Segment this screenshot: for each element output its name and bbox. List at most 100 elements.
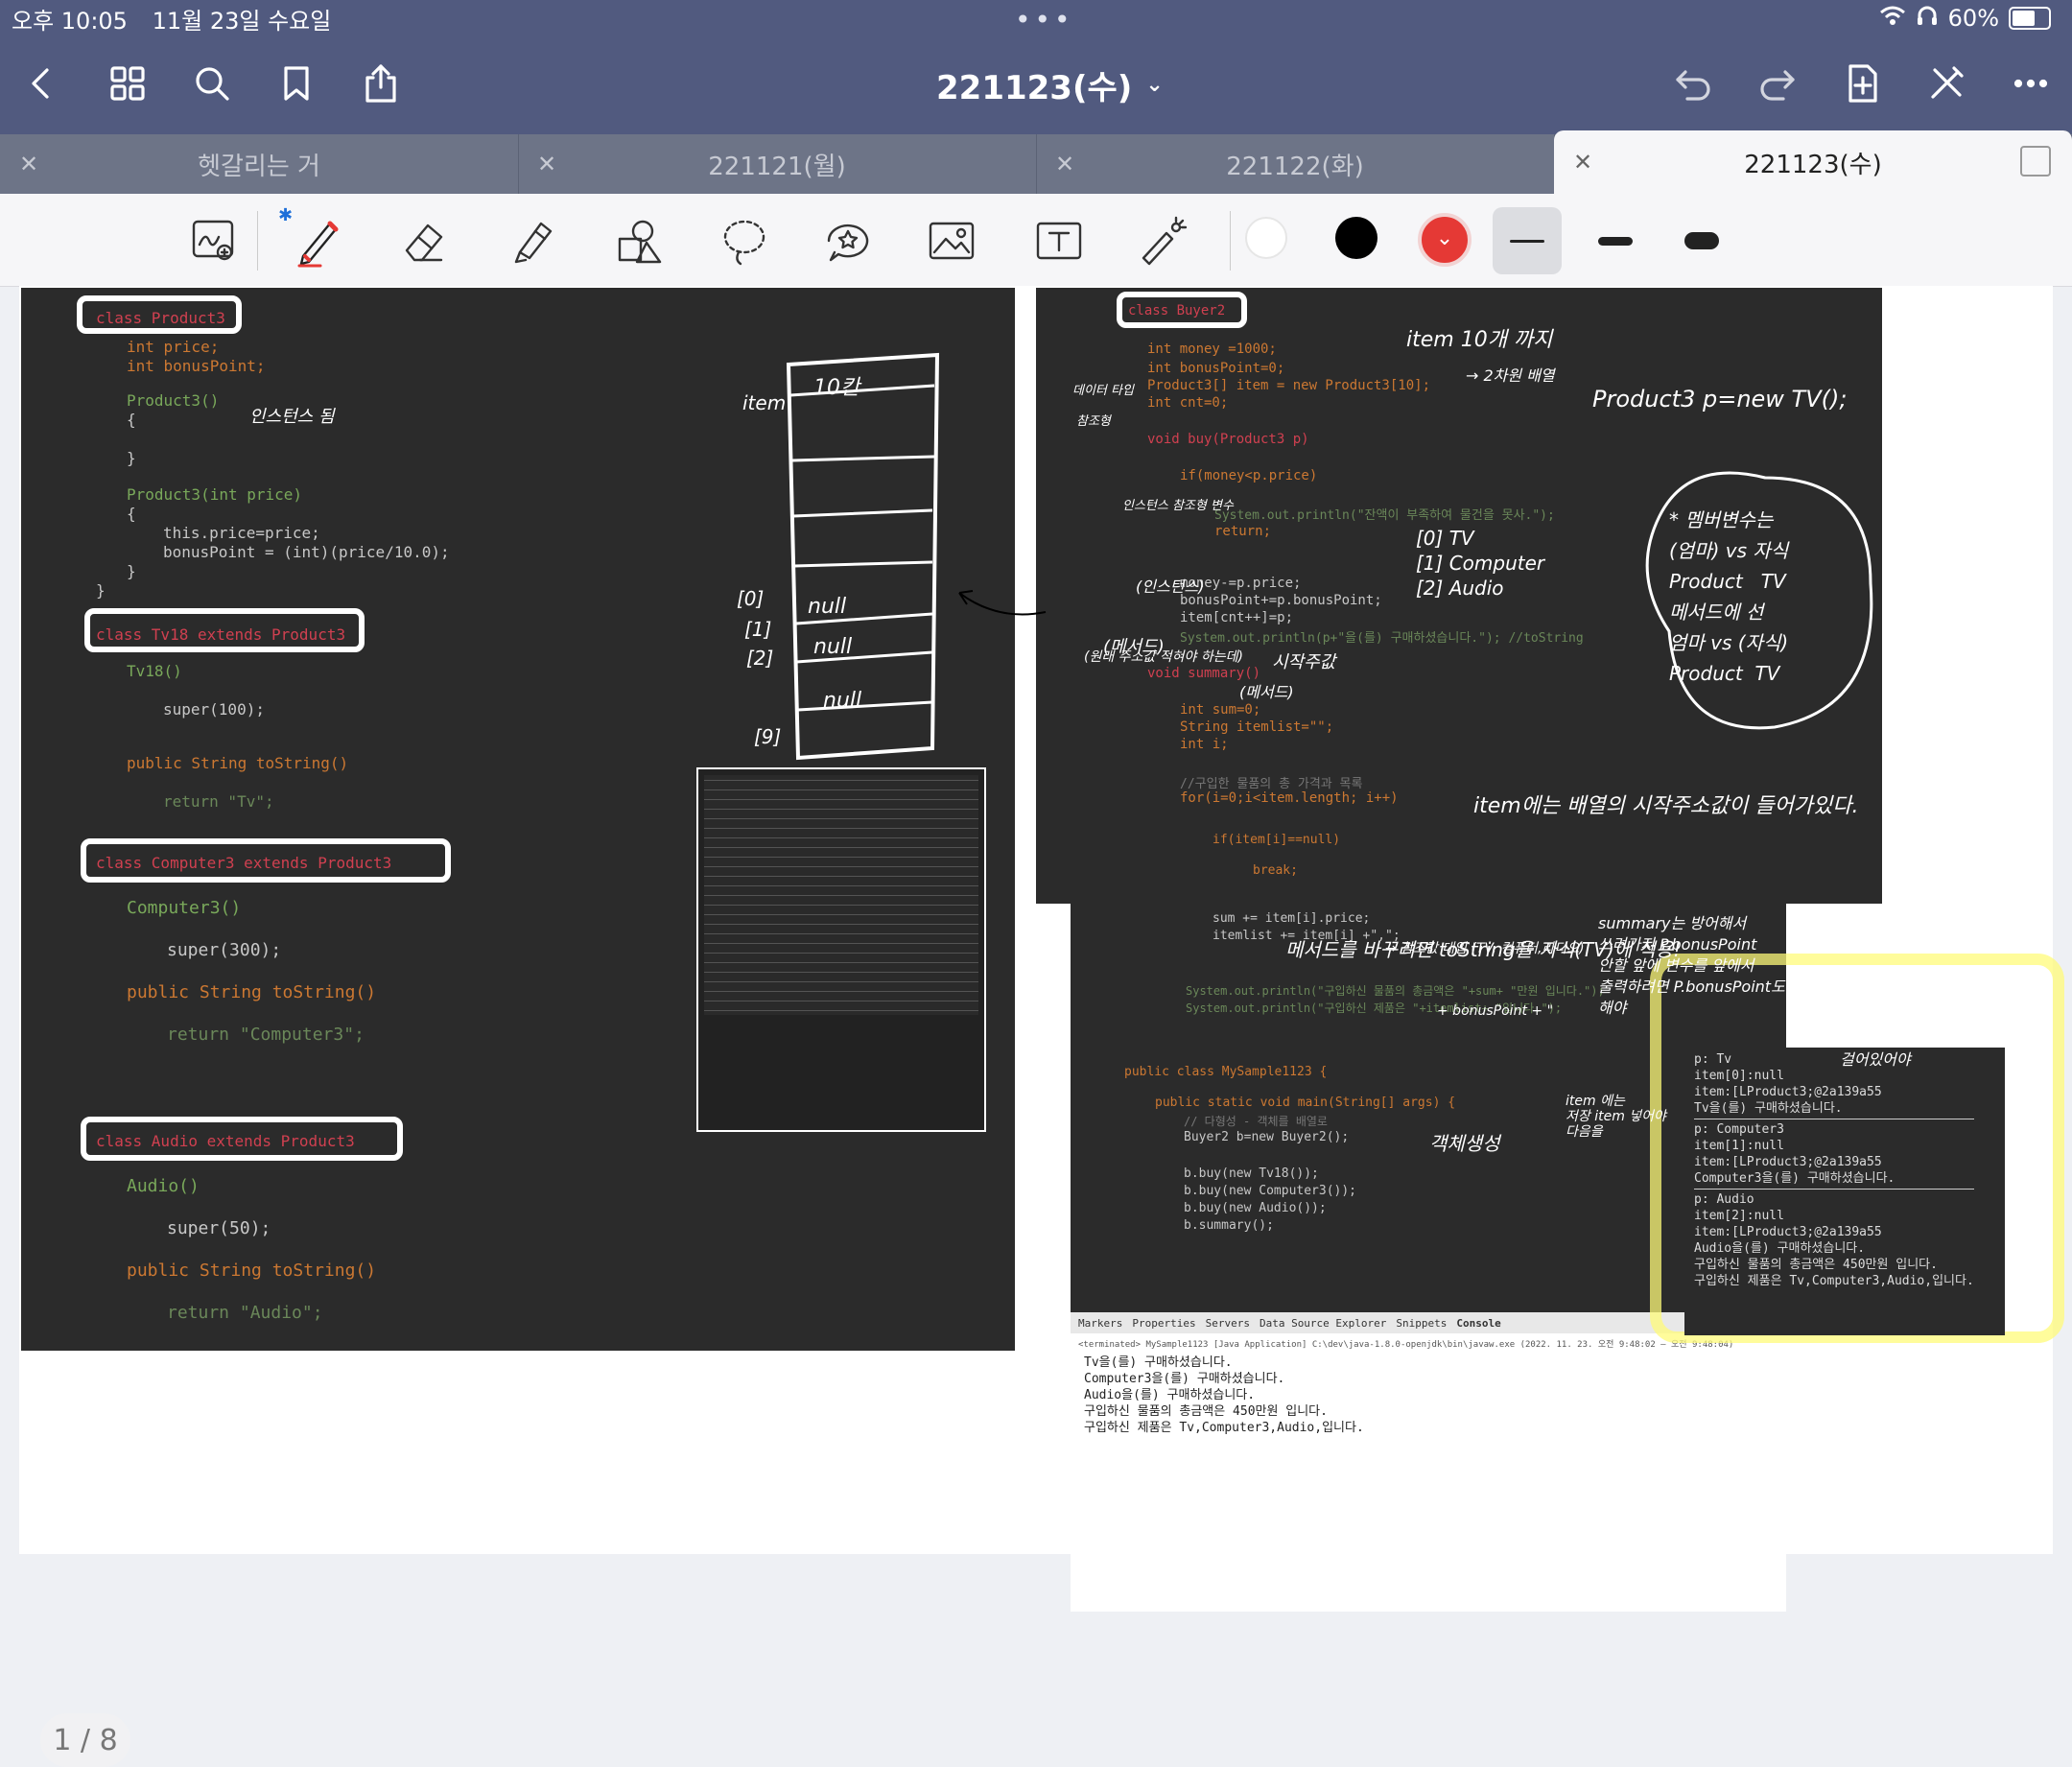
debug-line: 구입하신 물품의 총금액은 450만원 입니다. [1694,1258,1938,1272]
tab-strip: ✕ 헷갈리는 거 ✕ 221121(월) ✕ 221122(화) ✕ 22112… [0,130,2072,194]
add-page-icon[interactable] [1838,59,1886,107]
code-line: public String toString() [127,982,377,1002]
lasso-icon[interactable] [710,207,779,274]
stroke-thick[interactable] [1667,207,1736,274]
debug-line: item:[LProduct3;@2a139a55 [1694,1085,1882,1099]
code-line: this.price=price; [163,524,320,542]
note-inherit: 인스턴스 됨 [249,407,335,427]
code-line: int cnt=0; [1147,395,1229,411]
note-instance-var: (인스턴스) [1136,577,1205,596]
page-indicator: 1 / 8 [40,1713,130,1767]
tab-4-active[interactable]: ✕ 221123(수) [1554,130,2072,194]
undo-icon[interactable] [1669,59,1717,107]
console-line: 구입하신 물품의 총금액은 450만원 입니다. [1084,1404,1328,1419]
close-icon[interactable]: ✕ [19,151,38,177]
note-null: null [813,635,853,659]
note-2d-array: → 2차원 배열 [1466,366,1555,385]
note-page[interactable]: class Product3 int price; int bonusPoint… [19,286,2064,1767]
code-line: } [127,562,136,580]
status-time: 오후 10:05 [12,8,128,35]
console-tab[interactable]: Servers [1206,1317,1250,1330]
code-line: super(100); [163,700,265,719]
code-line: public String toString() [127,1260,377,1281]
image-icon[interactable] [917,207,986,274]
code-line: bonusPoint = (int)(price/10.0); [163,543,450,561]
code-line: { [127,411,136,429]
debug-line: item:[LProduct3;@2a139a55 [1694,1155,1882,1169]
code-line: System.out.println("구입하신 물품의 총금액은 "+sum+… [1186,984,1605,998]
embedded-output-thumbnail [696,767,986,1132]
console-tab-active[interactable]: Console [1456,1317,1500,1330]
close-icon[interactable]: ✕ [537,151,556,177]
console-tab[interactable]: Data Source Explorer [1260,1317,1386,1330]
sticker-icon[interactable] [813,207,883,274]
code-line: sum += item[i].price; [1213,911,1371,926]
grid-view-icon[interactable] [104,59,152,107]
member-bubble-outline [1645,471,1873,730]
split-view-icon[interactable] [2020,146,2051,177]
note-null: null [808,595,847,619]
document-title[interactable]: 221123(수) ⌄ [936,61,1164,108]
circle-mark [84,608,365,652]
highlighter-icon[interactable] [499,207,568,274]
note-index: [1] [744,618,772,641]
debug-output-panel: p: Tv item[0]:null item:[LProduct3;@2a13… [1684,1048,2005,1335]
laser-pointer-icon[interactable] [1128,207,1197,274]
wifi-icon [1879,5,1906,32]
console-tab[interactable]: Markers [1078,1317,1122,1330]
color-black-swatch[interactable] [1335,217,1377,259]
code-line: { [127,505,136,523]
code-line: int bonusPoint=0; [1147,361,1285,376]
code-line: Buyer2 b=new Buyer2(); [1184,1130,1350,1144]
console-tab[interactable]: Snippets [1396,1317,1447,1330]
search-icon[interactable] [188,59,236,107]
code-line: b.summary(); [1184,1218,1274,1233]
debug-line: item[0]:null [1694,1069,1784,1083]
code-line: b.buy(new Audio()); [1184,1201,1327,1215]
console-line: Audio을(를) 구매하셨습니다. [1084,1388,1256,1402]
color-red-swatch-selected[interactable]: ⌄ [1418,213,1472,267]
note-instance-ref: 인스턴스 참조형 변수 [1122,499,1234,513]
code-line: // 다형성 - 객체를 배열로 [1184,1115,1328,1128]
more-icon[interactable] [2007,59,2055,107]
top-bar: 오후 10:05 11월 23일 수요일 ••• 60% 221123(수) ⌄ [0,0,2072,134]
note-ref-type: 참조형 [1076,414,1111,429]
color-white-swatch[interactable] [1245,217,1287,259]
note-write-ref: (원래 주소값 적혀야 하는데) [1084,649,1243,665]
debug-line: 구입하신 제품은 Tv,Computer3,Audio,입니다. [1694,1274,1974,1288]
close-icon[interactable]: ✕ [1055,151,1074,177]
pen-tool-icon[interactable] [284,207,353,274]
battery-icon [2009,7,2051,30]
code-line: super(300); [167,940,282,960]
note-data-type: 데이터 타입 [1072,384,1134,398]
stroke-thin[interactable] [1493,207,1562,274]
share-icon[interactable] [357,59,405,107]
shapes-icon[interactable] [606,207,675,274]
debug-line: item[2]:null [1694,1209,1784,1223]
zoom-writing-icon[interactable] [180,207,249,274]
code-line: if(money<p.price) [1180,468,1318,483]
multitask-dots-icon[interactable]: ••• [1015,4,1074,35]
code-line: System.out.println(p+"을(를) 구매하셨습니다."); /… [1180,631,1584,646]
note-index: [2] [746,647,774,670]
note-index: [9] [754,725,782,748]
console-output: Tv을(를) 구매하셨습니다. Computer3을(를) 구매하셨습니다. A… [1084,1355,1364,1436]
console-tab[interactable]: Properties [1132,1317,1195,1330]
text-icon[interactable] [1024,207,1094,274]
code-line: String itemlist=""; [1180,719,1334,735]
redo-icon[interactable] [1754,59,1801,107]
tab-3[interactable]: ✕ 221122(화) [1036,134,1555,194]
bookmark-icon[interactable] [272,59,320,107]
pen-off-icon[interactable] [1922,59,1970,107]
code-line: return "Computer3"; [167,1025,365,1045]
code-line: } [96,581,106,600]
eraser-icon[interactable] [389,207,459,274]
console-panel[interactable]: Markers Properties Servers Data Source E… [1071,1312,1786,1612]
code-line: System.out.println("잔액이 부족하여 물건을 못사."); [1214,508,1555,523]
tab-2[interactable]: ✕ 221121(월) [518,134,1037,194]
note-item-start: item에는 배열의 시작주소값이 들어가있다. [1473,794,1859,818]
stroke-medium[interactable] [1581,207,1650,274]
tab-1[interactable]: ✕ 헷갈리는 거 [0,134,519,194]
close-icon[interactable]: ✕ [1573,149,1592,176]
back-icon[interactable] [17,59,65,107]
